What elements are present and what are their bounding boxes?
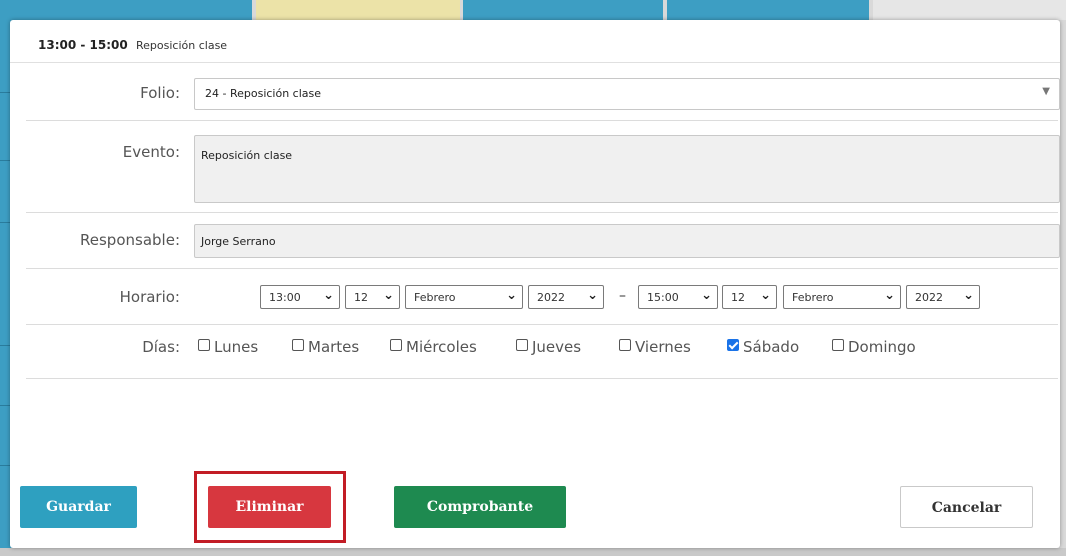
- checkbox[interactable]: [390, 339, 402, 351]
- calendar-strip: [14, 0, 252, 20]
- divider: [26, 120, 1058, 121]
- folio-select[interactable]: 24 - Reposición clase ▼: [194, 78, 1060, 110]
- responsable-value: Jorge Serrano: [201, 235, 276, 248]
- day-label: Viernes: [635, 338, 691, 356]
- chevron-down-icon: ⌄: [506, 288, 517, 303]
- end-hour-value: 15:00: [647, 291, 679, 304]
- start-month-value: Febrero: [414, 291, 456, 304]
- day-label: Martes: [308, 338, 360, 356]
- end-month-value: Febrero: [792, 291, 834, 304]
- checkbox[interactable]: [619, 339, 631, 351]
- event-modal: 13:00 - 15:00 Reposición clase Folio: 24…: [10, 20, 1060, 548]
- day-label: Lunes: [214, 338, 259, 356]
- day-label: Miércoles: [406, 338, 477, 356]
- end-day-value: 12: [731, 291, 745, 304]
- eliminar-button[interactable]: Eliminar: [208, 486, 331, 528]
- divider: [26, 378, 1058, 379]
- folio-label: Folio:: [140, 84, 180, 102]
- calendar-strip: [256, 0, 460, 20]
- end-hour-select[interactable]: 15:00 ⌄: [638, 285, 718, 309]
- chevron-down-icon: ⌄: [884, 288, 895, 303]
- chevron-down-icon: ⌄: [587, 288, 598, 303]
- calendar-strip: [873, 0, 1066, 20]
- folio-value: 24 - Reposición clase: [205, 87, 322, 100]
- caret-down-icon: ▼: [1042, 86, 1050, 97]
- responsable-field[interactable]: Jorge Serrano: [194, 224, 1060, 258]
- calendar-bottom: [0, 548, 1066, 556]
- start-day-value: 12: [354, 291, 368, 304]
- end-year-value: 2022: [915, 291, 943, 304]
- end-month-select[interactable]: Febrero ⌄: [783, 285, 901, 309]
- day-label: Sábado: [743, 338, 800, 356]
- evento-value: Reposición clase: [201, 149, 293, 162]
- evento-label: Evento:: [122, 143, 180, 161]
- start-year-select[interactable]: 2022 ⌄: [528, 285, 604, 309]
- end-year-select[interactable]: 2022 ⌄: [906, 285, 980, 309]
- start-hour-value: 13:00: [269, 291, 301, 304]
- range-separator: –: [619, 288, 626, 304]
- checkbox[interactable]: [516, 339, 528, 351]
- cancelar-button[interactable]: Cancelar: [900, 486, 1033, 528]
- horario-label: Horario:: [119, 288, 180, 306]
- divider: [26, 324, 1058, 325]
- day-label: Jueves: [532, 338, 582, 356]
- start-hour-select[interactable]: 13:00 ⌄: [260, 285, 340, 309]
- dias-label: Días:: [142, 338, 180, 356]
- checkbox-checked[interactable]: [727, 339, 739, 351]
- checkbox[interactable]: [198, 339, 210, 351]
- guardar-button[interactable]: Guardar: [20, 486, 137, 528]
- divider: [26, 212, 1058, 213]
- responsable-label: Responsable:: [80, 231, 180, 249]
- start-month-select[interactable]: Febrero ⌄: [405, 285, 523, 309]
- start-day-select[interactable]: 12 ⌄: [345, 285, 400, 309]
- modal-header: 13:00 - 15:00 Reposición clase: [10, 20, 1060, 63]
- calendar-strip: [667, 0, 869, 20]
- evento-field[interactable]: Reposición clase: [194, 135, 1060, 203]
- checkbox[interactable]: [832, 339, 844, 351]
- event-title: Reposición clase: [136, 39, 228, 52]
- event-time-range: 13:00 - 15:00: [38, 38, 128, 52]
- chevron-down-icon: ⌄: [760, 288, 771, 303]
- day-label: Domingo: [848, 338, 916, 356]
- calendar-strip: [463, 0, 663, 20]
- divider: [26, 268, 1058, 269]
- end-day-select[interactable]: 12 ⌄: [722, 285, 777, 309]
- start-year-value: 2022: [537, 291, 565, 304]
- chevron-down-icon: ⌄: [701, 288, 712, 303]
- chevron-down-icon: ⌄: [963, 288, 974, 303]
- comprobante-button[interactable]: Comprobante: [394, 486, 566, 528]
- checkbox[interactable]: [292, 339, 304, 351]
- chevron-down-icon: ⌄: [383, 288, 394, 303]
- chevron-down-icon: ⌄: [323, 288, 334, 303]
